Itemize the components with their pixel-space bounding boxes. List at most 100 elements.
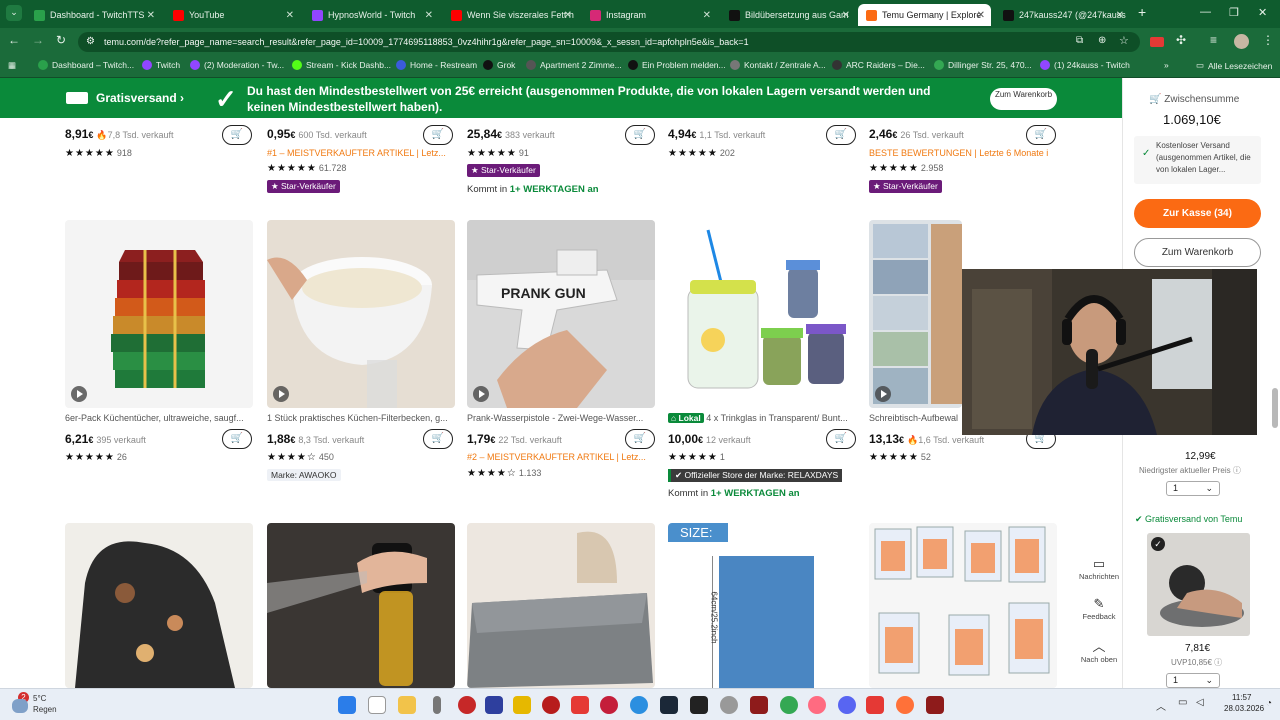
app-v-icon[interactable] bbox=[485, 696, 503, 714]
tab-temu[interactable]: Temu Germany | Explore ✕ bbox=[858, 4, 991, 26]
back-icon[interactable]: ← bbox=[8, 33, 20, 47]
play-video-icon[interactable] bbox=[273, 386, 289, 402]
product-image-oven-mitt[interactable] bbox=[65, 523, 253, 688]
weather-temp[interactable]: 5°C bbox=[33, 694, 46, 703]
info-icon[interactable]: ⓘ bbox=[1233, 466, 1241, 475]
close-icon[interactable]: ✕ bbox=[564, 10, 572, 21]
clock-date[interactable]: 28.03.2026 bbox=[1224, 704, 1264, 713]
add-to-cart-button[interactable]: 🛒 bbox=[625, 125, 655, 145]
windows-start-icon[interactable] bbox=[338, 696, 356, 714]
selected-check-icon[interactable]: ✓ bbox=[1151, 537, 1165, 551]
mouse-app-icon[interactable] bbox=[433, 696, 441, 714]
arc-raiders-app2-icon[interactable] bbox=[926, 696, 944, 714]
add-to-cart-button[interactable]: 🛒 bbox=[222, 429, 252, 449]
product-image-oil-sprayer[interactable] bbox=[267, 523, 455, 688]
feedback-button[interactable]: ✎ Feedback bbox=[1076, 596, 1122, 621]
obs-app-icon[interactable] bbox=[542, 696, 560, 714]
go-to-cart-button[interactable]: Zum Warenkorb bbox=[1134, 238, 1261, 267]
discord-icon[interactable] bbox=[838, 696, 856, 714]
close-window-icon[interactable]: ✕ bbox=[1258, 6, 1267, 19]
clock-time[interactable]: 11:57 bbox=[1232, 693, 1251, 702]
url-bar[interactable]: ⚙ temu.com/de?refer_page_name=search_res… bbox=[78, 32, 1140, 52]
epic-games-icon[interactable] bbox=[690, 696, 708, 714]
brand-label[interactable]: Marke: AWAOKO bbox=[267, 469, 341, 481]
speaker-icon[interactable]: ◁ bbox=[1196, 697, 1204, 708]
product-image-mason-jars[interactable] bbox=[668, 220, 856, 408]
product-title[interactable]: 1 Stück praktisches Küchen-Filterbecken,… bbox=[267, 413, 455, 423]
add-to-cart-button[interactable]: 🛒 bbox=[423, 429, 453, 449]
zoom-icon[interactable]: ⊕ bbox=[1098, 35, 1106, 46]
add-to-cart-button[interactable]: 🛒 bbox=[826, 125, 856, 145]
media-icon[interactable]: ≡ bbox=[1210, 33, 1217, 47]
site-info-icon[interactable]: ⚙ bbox=[86, 32, 95, 52]
steam-icon[interactable] bbox=[660, 696, 678, 714]
bookmark-item[interactable]: ARC Raiders – Die... bbox=[832, 60, 925, 70]
app-red2-icon[interactable] bbox=[571, 696, 589, 714]
official-store-badge[interactable]: ✔ Offizieller Store der Marke: RELAXDAYS bbox=[668, 469, 843, 482]
app-red3-icon[interactable] bbox=[600, 696, 618, 714]
menu-icon[interactable]: ⋮ bbox=[1262, 33, 1274, 47]
bookmark-item[interactable]: Home - Restream bbox=[396, 60, 477, 70]
tab-youtube[interactable]: YouTube ✕ bbox=[165, 4, 300, 26]
product-image-prank-gun[interactable]: PRANK GUN bbox=[467, 220, 655, 408]
bestseller-badge[interactable]: #1 – MEISTVERKAUFTER ARTIKEL | Letz... bbox=[267, 148, 455, 158]
bookmarks-overflow[interactable]: » bbox=[1164, 60, 1169, 70]
product-image-strainer[interactable] bbox=[267, 220, 455, 408]
chrome-icon[interactable] bbox=[780, 696, 798, 714]
play-video-icon[interactable] bbox=[473, 386, 489, 402]
profile-avatar[interactable] bbox=[1234, 34, 1249, 49]
minimize-icon[interactable]: — bbox=[1200, 6, 1211, 18]
bookmark-item[interactable]: Dillinger Str. 25, 470... bbox=[934, 60, 1032, 70]
add-to-cart-button[interactable]: 🛒 bbox=[423, 125, 453, 145]
app-blue-icon[interactable] bbox=[630, 696, 648, 714]
firefox-icon[interactable] bbox=[896, 696, 914, 714]
checkout-button[interactable]: Zur Kasse (34) bbox=[1134, 199, 1261, 228]
all-bookmarks-folder[interactable]: ▭ Alle Lesezeichen bbox=[1196, 60, 1272, 71]
quantity-select[interactable]: 1 ⌄ bbox=[1166, 481, 1220, 496]
bookmark-item[interactable]: Apartment 2 Zimme... bbox=[526, 60, 622, 70]
product-image-patches[interactable] bbox=[869, 523, 1057, 688]
sidebar-scrollbar[interactable] bbox=[1272, 388, 1278, 428]
messages-button[interactable]: ▭ Nachrichten bbox=[1076, 556, 1122, 581]
file-explorer-icon[interactable] bbox=[398, 696, 416, 714]
quantity-select[interactable]: 1 ⌄ bbox=[1166, 673, 1220, 688]
info-icon[interactable]: ⓘ bbox=[1214, 658, 1222, 667]
forward-icon[interactable]: → bbox=[32, 33, 44, 47]
back-to-top-button[interactable]: ︿ Nach oben bbox=[1076, 636, 1122, 664]
tab-hypnosworld[interactable]: HypnosWorld - Twitch ✕ bbox=[304, 4, 439, 26]
product-title[interactable]: Prank-Wasserpistole - Zwei-Wege-Wasser..… bbox=[467, 413, 655, 423]
install-app-icon[interactable]: ⧉ bbox=[1076, 35, 1083, 46]
tab-tiktok-profile[interactable]: 247kauss247 (@247kauss ✕ bbox=[995, 4, 1130, 26]
bookmark-item[interactable]: (1) 24kauss - Twitch bbox=[1040, 60, 1130, 70]
tab-tiktok[interactable]: Bildübersetzung aus Gam ✕ bbox=[721, 4, 856, 26]
banner-cart-button[interactable]: Zum Warenkorb bbox=[990, 88, 1057, 110]
reload-icon[interactable]: ↻ bbox=[56, 33, 66, 47]
opera-gx-icon[interactable] bbox=[808, 696, 826, 714]
top-rated-badge[interactable]: BESTE BEWERTUNGEN | Letzte 6 Monate i bbox=[869, 148, 1057, 158]
bookmark-item[interactable]: Grok bbox=[483, 60, 515, 70]
close-icon[interactable]: ✕ bbox=[286, 10, 294, 21]
add-to-cart-button[interactable]: 🛒 bbox=[1026, 125, 1056, 145]
app-red-icon[interactable] bbox=[458, 696, 476, 714]
tab-dashboard-twitchtts[interactable]: Dashboard - TwitchTTS ✕ bbox=[26, 4, 161, 26]
add-to-cart-button[interactable]: 🛒 bbox=[826, 429, 856, 449]
bookmark-star-icon[interactable]: ☆ bbox=[1119, 34, 1129, 47]
bookmark-item[interactable]: Dashboard – Twitch... bbox=[38, 60, 134, 70]
cart-item-image[interactable]: ✓ bbox=[1147, 533, 1250, 636]
close-icon[interactable]: ✕ bbox=[703, 10, 711, 21]
tray-chevron-up-icon[interactable]: ︿ bbox=[1156, 698, 1166, 713]
task-view-icon[interactable] bbox=[368, 696, 386, 714]
close-icon[interactable]: ✕ bbox=[977, 10, 985, 21]
close-icon[interactable]: ✕ bbox=[147, 10, 155, 21]
bookmark-item[interactable]: Stream - Kick Dashb... bbox=[292, 60, 391, 70]
bookmark-item[interactable]: Twitch bbox=[142, 60, 180, 70]
extensions-icon[interactable]: ✣ bbox=[1176, 33, 1186, 47]
bestseller-badge[interactable]: #2 – MEISTVERKAUFTER ARTIKEL | Letz... bbox=[467, 452, 655, 462]
network-icon[interactable]: ▭ bbox=[1178, 697, 1187, 708]
restore-icon[interactable]: ❐ bbox=[1229, 6, 1239, 19]
new-tab-button[interactable]: + bbox=[1138, 4, 1146, 20]
play-video-icon[interactable] bbox=[71, 386, 87, 402]
product-image-blanket[interactable] bbox=[467, 523, 655, 688]
close-icon[interactable]: ✕ bbox=[842, 10, 850, 21]
app-multicolor-icon[interactable] bbox=[513, 696, 531, 714]
